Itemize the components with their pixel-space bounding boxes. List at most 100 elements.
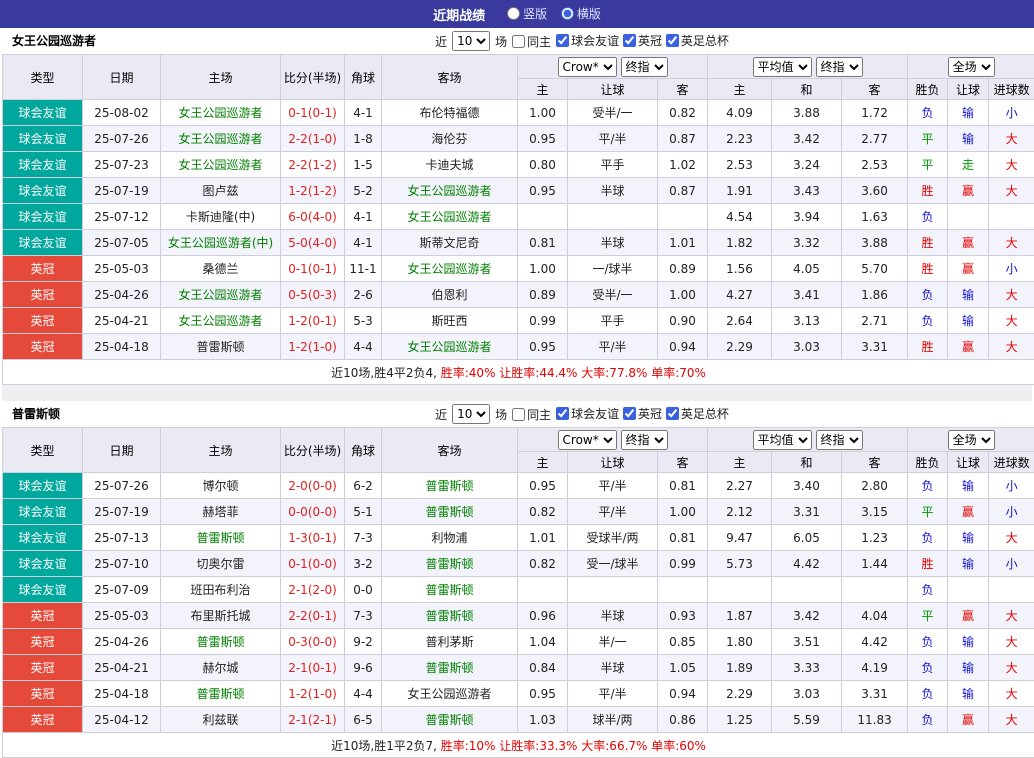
odds-home: 0.95 xyxy=(518,681,568,707)
result-wdl: 负 xyxy=(908,577,948,603)
match-type-badge: 球会友谊 xyxy=(3,525,83,551)
match-type-badge: 球会友谊 xyxy=(3,178,83,204)
match-count-select[interactable]: 10 xyxy=(452,31,490,51)
match-row: 英冠 25-04-12 利兹联 2-1(2-1) 6-5 普雷斯顿 1.03 球… xyxy=(3,707,1034,733)
layout-radio[interactable] xyxy=(507,7,520,20)
sub-odds-handicap: 让球 xyxy=(568,79,658,100)
result-wdl: 平 xyxy=(908,603,948,629)
odds-away: 0.81 xyxy=(658,525,708,551)
avg-draw-odds: 3.03 xyxy=(772,681,842,707)
league-checkbox[interactable] xyxy=(556,407,569,420)
fullmatch-select[interactable]: 全场 xyxy=(948,430,995,450)
sub-odds-handicap: 让球 xyxy=(568,452,658,473)
result-handicap: 输 xyxy=(948,308,989,334)
result-handicap: 赢 xyxy=(948,334,989,360)
avg-away-odds: 1.23 xyxy=(842,525,908,551)
league-filter[interactable]: 英冠 xyxy=(623,405,662,422)
summary-record: 近10场,胜1平2负7, xyxy=(331,739,437,753)
same-home-checkbox[interactable] xyxy=(512,35,525,48)
avg-draw-odds: 3.94 xyxy=(772,204,842,230)
sub-result: 胜负 xyxy=(908,79,948,100)
league-filter[interactable]: 球会友谊 xyxy=(556,405,619,422)
result-wdl: 负 xyxy=(908,473,948,499)
same-home-filter[interactable]: 同主 xyxy=(512,406,551,423)
match-type-badge: 英冠 xyxy=(3,707,83,733)
odds-away xyxy=(658,204,708,230)
result-handicap: 赢 xyxy=(948,178,989,204)
layout-radio-option[interactable]: 竖版 xyxy=(507,5,547,22)
league-filter[interactable]: 英足总杯 xyxy=(666,32,729,49)
section-divider xyxy=(2,385,1032,401)
league-checkbox[interactable] xyxy=(623,34,636,47)
result-wdl: 胜 xyxy=(908,256,948,282)
odds-kind-select[interactable]: 终指 xyxy=(621,57,668,77)
odds-away: 1.00 xyxy=(658,282,708,308)
match-type-badge: 英冠 xyxy=(3,256,83,282)
match-row: 英冠 25-04-18 普雷斯顿 1-2(1-0) 4-4 女王公园巡游者 0.… xyxy=(3,681,1034,707)
league-checkbox[interactable] xyxy=(623,407,636,420)
odds-kind-select[interactable]: 终指 xyxy=(621,430,668,450)
avg-draw-odds: 3.13 xyxy=(772,308,842,334)
odds-handicap: 平/半 xyxy=(568,334,658,360)
corners: 9-6 xyxy=(345,655,382,681)
summary-stats: 胜率:40% 让胜率:44.4% 大率:77.8% 单率:70% xyxy=(437,366,706,380)
match-date: 25-07-10 xyxy=(83,551,161,577)
away-team: 女王公园巡游者 xyxy=(382,178,518,204)
result-handicap: 赢 xyxy=(948,256,989,282)
away-team: 普雷斯顿 xyxy=(382,499,518,525)
avg-draw-odds: 3.24 xyxy=(772,152,842,178)
result-wdl: 负 xyxy=(908,629,948,655)
same-home-checkbox[interactable] xyxy=(512,408,525,421)
result-goals: 大 xyxy=(989,525,1034,551)
layout-radio-group: 竖版 横版 xyxy=(497,5,601,23)
avg-draw-odds: 3.33 xyxy=(772,655,842,681)
match-row: 球会友谊 25-07-26 博尔顿 2-0(0-0) 6-2 普雷斯顿 0.95… xyxy=(3,473,1034,499)
match-type-badge: 球会友谊 xyxy=(3,230,83,256)
avg-draw-odds: 3.88 xyxy=(772,100,842,126)
odds-home: 0.96 xyxy=(518,603,568,629)
result-wdl: 胜 xyxy=(908,230,948,256)
home-team: 普雷斯顿 xyxy=(161,334,281,360)
league-checkbox[interactable] xyxy=(666,34,679,47)
avg-kind-select[interactable]: 终指 xyxy=(816,57,863,77)
same-home-filter[interactable]: 同主 xyxy=(512,33,551,50)
score: 2-1(2-1) xyxy=(281,707,345,733)
odds-home: 0.95 xyxy=(518,473,568,499)
corners: 9-2 xyxy=(345,629,382,655)
league-checkbox[interactable] xyxy=(556,34,569,47)
match-type-badge: 球会友谊 xyxy=(3,100,83,126)
league-filter[interactable]: 英足总杯 xyxy=(666,405,729,422)
league-filter[interactable]: 球会友谊 xyxy=(556,32,619,49)
league-filter[interactable]: 英冠 xyxy=(623,32,662,49)
away-team: 伯恩利 xyxy=(382,282,518,308)
avg-away-odds: 3.88 xyxy=(842,230,908,256)
score: 1-2(1-0) xyxy=(281,681,345,707)
match-date: 25-04-26 xyxy=(83,282,161,308)
corners: 7-3 xyxy=(345,603,382,629)
odds-source-select[interactable]: Crow* xyxy=(558,57,617,77)
result-goals: 大 xyxy=(989,230,1034,256)
avg-kind-select[interactable]: 终指 xyxy=(816,430,863,450)
match-type-badge: 球会友谊 xyxy=(3,152,83,178)
corners: 5-3 xyxy=(345,308,382,334)
home-team: 普雷斯顿 xyxy=(161,629,281,655)
result-goals: 小 xyxy=(989,473,1034,499)
corners: 4-4 xyxy=(345,681,382,707)
match-count-select[interactable]: 10 xyxy=(452,404,490,424)
away-team: 普雷斯顿 xyxy=(382,577,518,603)
odds-away: 0.81 xyxy=(658,473,708,499)
odds-away: 1.05 xyxy=(658,655,708,681)
match-type-badge: 英冠 xyxy=(3,603,83,629)
odds-source-select[interactable]: Crow* xyxy=(558,430,617,450)
avg-home-odds: 2.64 xyxy=(708,308,772,334)
match-date: 25-04-21 xyxy=(83,655,161,681)
avg-source-select[interactable]: 平均值 xyxy=(753,430,812,450)
odds-home: 1.04 xyxy=(518,629,568,655)
avg-source-select[interactable]: 平均值 xyxy=(753,57,812,77)
layout-radio[interactable] xyxy=(561,7,574,20)
league-checkbox[interactable] xyxy=(666,407,679,420)
result-goals: 大 xyxy=(989,126,1034,152)
layout-radio-option[interactable]: 横版 xyxy=(561,5,601,22)
fullmatch-select[interactable]: 全场 xyxy=(948,57,995,77)
near-label: 近 xyxy=(435,406,447,423)
